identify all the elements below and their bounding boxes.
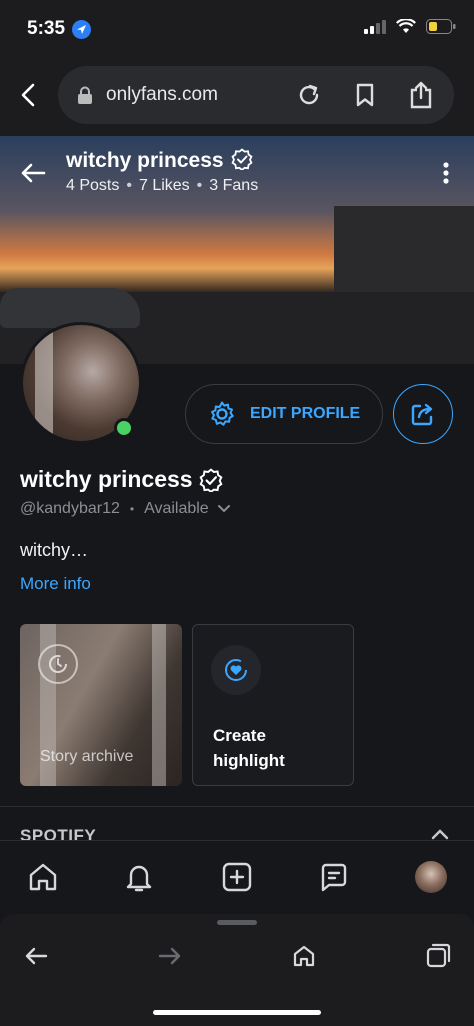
browser-toolbar: onlyfans.com [0, 58, 474, 136]
stats-separator: • [126, 177, 132, 194]
status-bar: 5:35 [0, 0, 474, 58]
handle-row: @kandybar12 • Available [20, 500, 231, 518]
bell-icon[interactable] [121, 859, 157, 895]
address-bar[interactable]: onlyfans.com [58, 66, 454, 124]
tabs-icon[interactable] [424, 940, 454, 970]
sheet-grabber[interactable] [217, 920, 257, 925]
verified-icon [231, 148, 253, 172]
browser-back-icon[interactable] [14, 80, 44, 110]
profile-stats: 4 Posts • 7 Likes • 3 Fans [66, 177, 258, 195]
home-icon[interactable] [25, 859, 61, 895]
handle-separator: • [129, 502, 135, 516]
story-archive-label: Story archive [40, 748, 134, 765]
likes-count[interactable]: 7 Likes [139, 177, 190, 194]
browser-back-icon[interactable] [22, 942, 50, 970]
battery-icon [426, 19, 456, 34]
browser-home-icon[interactable] [290, 942, 318, 970]
plus-square-icon[interactable] [219, 859, 255, 895]
location-icon [72, 20, 91, 39]
url-text: onlyfans.com [106, 84, 218, 105]
share-out-icon [411, 403, 433, 426]
signal-icon [364, 19, 386, 34]
more-info-link[interactable]: More info [20, 574, 91, 594]
lock-icon [76, 85, 94, 105]
create-highlight-card[interactable]: Create highlight [192, 624, 354, 786]
profile-name-text: witchy princess [20, 466, 193, 492]
bookmark-icon[interactable] [350, 80, 380, 110]
cover-name: witchy princess [66, 149, 224, 172]
edit-profile-label: EDIT PROFILE [250, 405, 361, 422]
history-icon [38, 644, 78, 684]
message-icon[interactable] [316, 859, 352, 895]
availability-status[interactable]: Available [144, 500, 209, 518]
share-profile-button[interactable] [393, 384, 453, 444]
cover-title: witchy princess [66, 148, 253, 173]
create-highlight-label: Create highlight [213, 726, 285, 770]
stats-separator: • [196, 177, 203, 194]
wifi-icon [396, 19, 416, 33]
chevron-down-icon[interactable] [217, 504, 231, 514]
verified-icon [199, 467, 223, 492]
back-icon[interactable] [18, 158, 48, 188]
profile-bio: witchy… [20, 540, 89, 560]
gear-icon [211, 401, 234, 426]
home-indicator[interactable] [153, 1010, 321, 1015]
more-icon[interactable] [432, 158, 460, 188]
status-time: 5:35 [27, 18, 66, 39]
online-status-dot [114, 418, 134, 438]
story-photo-detail [152, 624, 166, 786]
posts-count[interactable]: 4 Posts [66, 177, 119, 194]
avatar-photo-detail [35, 325, 53, 441]
edit-profile-button[interactable]: EDIT PROFILE [185, 384, 383, 444]
chevron-up-icon[interactable] [430, 828, 450, 840]
profile-handle: @kandybar12 [20, 500, 120, 517]
profile-name: witchy princess [20, 466, 223, 493]
fans-count[interactable]: 3 Fans [209, 177, 258, 194]
story-archive-card[interactable]: Story archive [20, 624, 182, 786]
browser-bottom-toolbar [0, 914, 474, 1026]
section-divider [0, 806, 474, 807]
heart-icon [211, 645, 261, 695]
bottom-nav [0, 840, 474, 914]
profile-avatar-nav[interactable] [415, 861, 447, 893]
status-indicators [364, 19, 456, 34]
reload-icon[interactable] [294, 80, 324, 110]
share-icon[interactable] [404, 78, 438, 112]
forward-icon[interactable] [156, 942, 184, 970]
